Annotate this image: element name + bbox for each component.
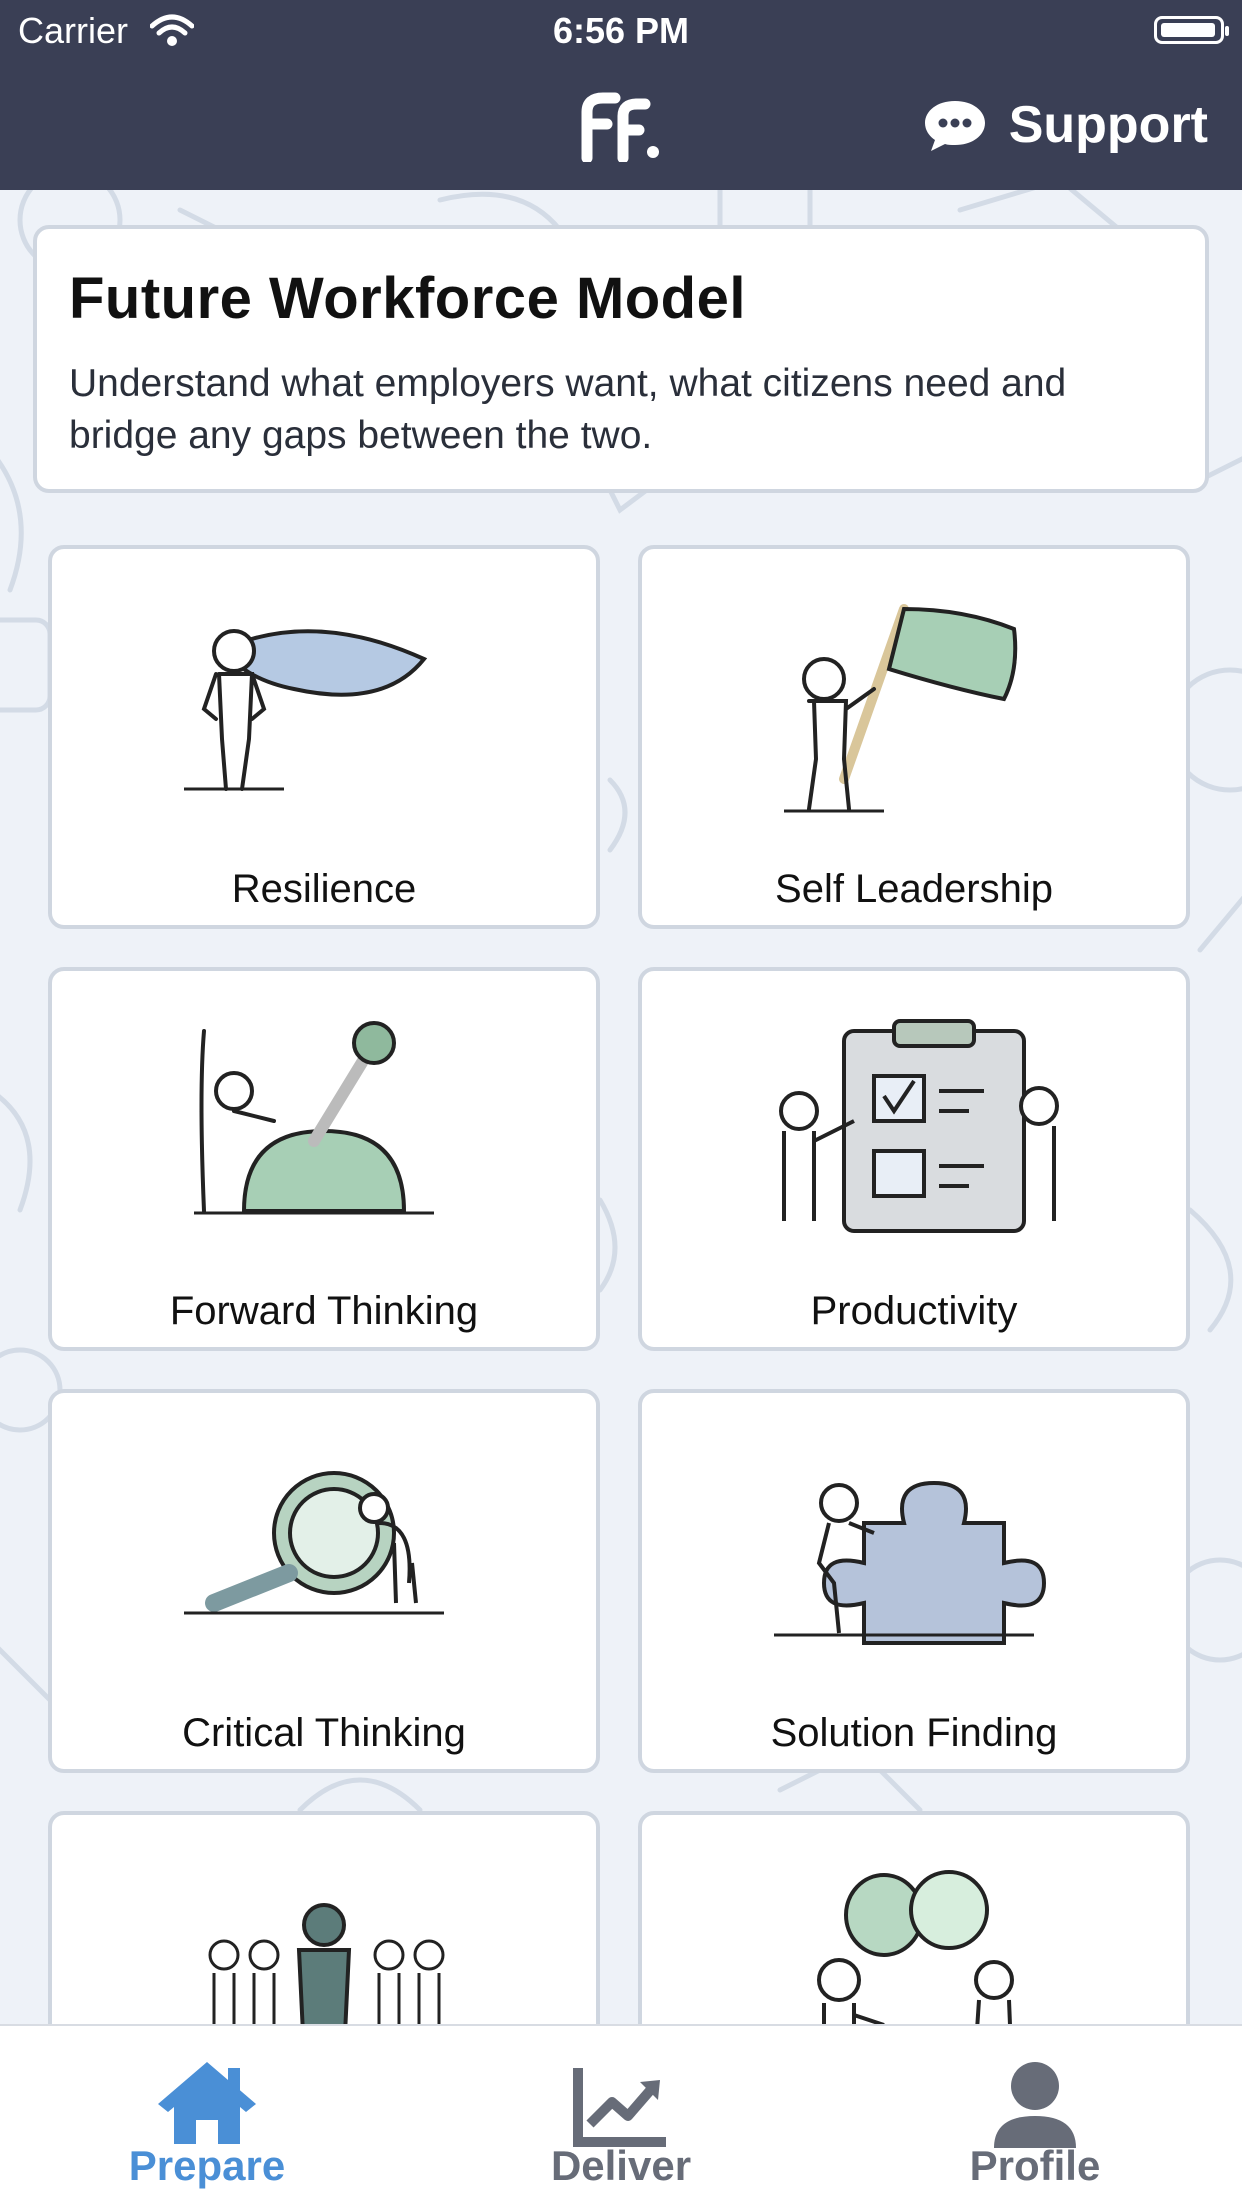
tile-label: Critical Thinking — [182, 1711, 466, 1755]
tile-critical-thinking[interactable]: Critical Thinking — [48, 1389, 600, 1773]
tile-label: Productivity — [810, 1289, 1018, 1333]
tab-label: Deliver — [550, 2142, 692, 2189]
tile-productivity[interactable]: Productivity — [638, 967, 1190, 1351]
tile-team[interactable] — [48, 1811, 600, 2024]
tile-solution-finding[interactable]: Solution Finding — [638, 1389, 1190, 1773]
tile-label: Resilience — [231, 867, 417, 911]
tile-label: Self Leadership — [775, 867, 1053, 911]
tile-resilience[interactable]: Resilience — [48, 545, 600, 929]
home-icon — [158, 2062, 256, 2144]
tab-label: Prepare — [128, 2142, 286, 2189]
team-leader-icon — [208, 1903, 445, 2024]
tab-deliver[interactable]: Deliver — [414, 2026, 828, 2210]
person-icon — [994, 2062, 1076, 2148]
tile-self-leadership[interactable]: Self Leadership — [638, 545, 1190, 929]
skills-grid: Resilience Self Leadership Forward Think… — [0, 0, 1242, 2024]
magnifying-glass-icon — [184, 1471, 444, 1615]
tab-bar: Prepare Deliver Profile — [0, 2024, 1242, 2210]
tab-prepare[interactable]: Prepare — [0, 2026, 414, 2210]
tile-communication[interactable] — [638, 1811, 1190, 2024]
speech-bubbles-icon — [817, 1870, 1014, 2024]
flag-bearer-icon — [784, 604, 1018, 813]
clipboard-checklist-icon — [779, 1019, 1059, 1233]
tab-profile[interactable]: Profile — [828, 2026, 1242, 2210]
tile-forward-thinking[interactable]: Forward Thinking — [48, 967, 600, 1351]
superhero-cape-icon — [184, 629, 428, 791]
puzzle-piece-icon — [774, 1480, 1047, 1645]
lever-icon — [194, 1021, 434, 1215]
tile-label: Solution Finding — [770, 1711, 1058, 1755]
chart-icon — [573, 2068, 666, 2147]
tile-label: Forward Thinking — [169, 1289, 479, 1333]
tab-label: Profile — [969, 2142, 1101, 2189]
